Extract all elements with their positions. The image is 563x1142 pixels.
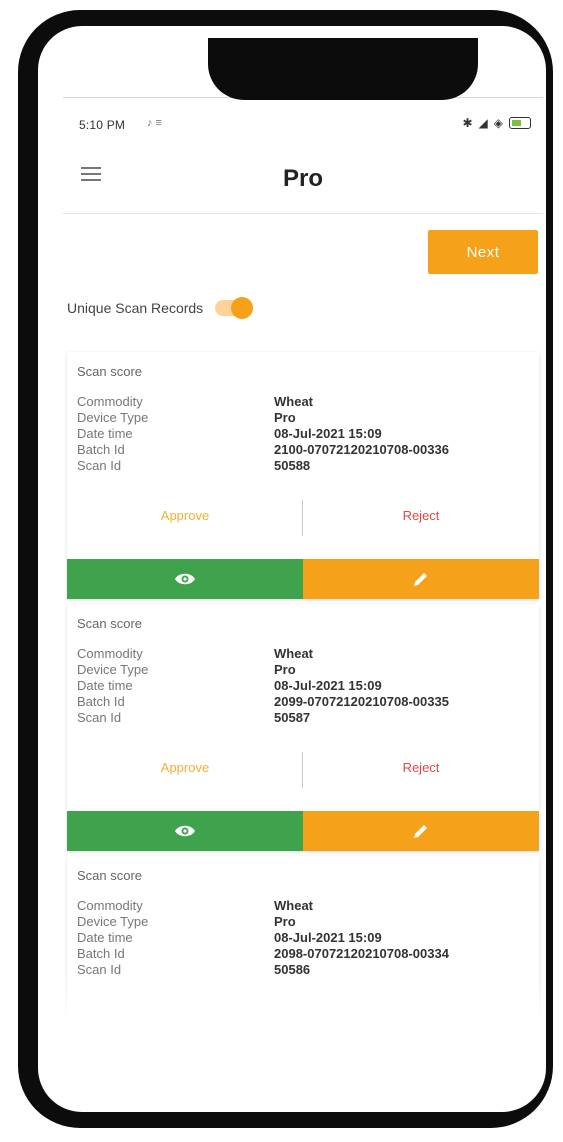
scan-score-label: Scan score [77,868,143,883]
commodity-value: Wheat [274,646,313,661]
status-bar: 5:10 PM ♪ ≡ ✱ ◢ ◈ [63,97,543,148]
wifi-icon: ◈ [493,116,503,130]
batch-id-label: Batch Id [77,442,125,457]
pencil-icon [414,573,427,586]
scan-record-card: Scan score Commodity Wheat Device Type P… [67,604,539,851]
reject-button[interactable]: Reject [303,760,539,775]
phone-notch [208,38,478,100]
action-bar [67,559,539,599]
device-type-label: Device Type [77,662,149,677]
device-type-value: Pro [274,914,296,929]
bluetooth-icon: ✱ [462,116,473,130]
date-time-value: 08-Jul-2021 15:09 [274,426,382,441]
scan-score-label: Scan score [77,616,143,631]
commodity-label: Commodity [77,394,143,409]
date-time-label: Date time [77,678,133,693]
unique-scan-records-toggle[interactable] [215,297,254,319]
eye-icon [175,825,195,837]
device-type-label: Device Type [77,914,149,929]
date-time-label: Date time [77,930,133,945]
toggle-knob [231,297,254,319]
scan-id-label: Scan Id [77,710,122,725]
device-type-label: Device Type [77,410,149,425]
eye-icon [175,573,195,585]
approve-button[interactable]: Approve [67,508,303,523]
date-time-label: Date time [77,426,133,441]
app-bar: Pro [63,147,543,214]
commodity-label: Commodity [77,646,143,661]
commodity-value: Wheat [274,898,313,913]
view-button[interactable] [67,811,303,851]
batch-id-value: 2100-07072120210708-00336 [274,442,449,457]
status-time: 5:10 PM [79,118,126,132]
scan-id-value: 50586 [274,962,311,977]
batch-id-value: 2099-07072120210708-00335 [274,694,449,709]
status-icons: ✱ ◢ ◈ [462,116,531,130]
commodity-label: Commodity [77,898,143,913]
device-type-value: Pro [274,410,296,425]
edit-button[interactable] [303,811,539,851]
reject-button[interactable]: Reject [303,508,539,523]
batch-id-label: Batch Id [77,694,125,709]
unique-scan-records-label: Unique Scan Records [67,300,204,316]
scan-id-label: Scan Id [77,458,122,473]
page-title: Pro [282,165,323,192]
edit-button[interactable] [303,559,539,599]
batch-id-label: Batch Id [77,946,125,961]
scan-id-label: Scan Id [77,962,122,977]
scroll-fade [63,982,543,1017]
device-type-value: Pro [274,662,296,677]
scan-id-value: 50587 [274,710,311,725]
scan-record-card: Scan score Commodity Wheat Device Type P… [67,352,539,599]
date-time-value: 08-Jul-2021 15:09 [274,930,382,945]
unique-scan-records-row: Unique Scan Records [67,293,254,323]
date-time-value: 08-Jul-2021 15:09 [274,678,382,693]
signal-icon: ◢ [478,116,488,130]
scan-id-value: 50588 [274,458,311,473]
pencil-icon [414,825,427,838]
view-button[interactable] [67,559,303,599]
commodity-value: Wheat [274,394,313,409]
batch-id-value: 2098-07072120210708-00334 [274,946,449,961]
approve-button[interactable]: Approve [67,760,303,775]
notification-icons: ♪ ≡ [147,117,162,129]
app-screen: 5:10 PM ♪ ≡ ✱ ◢ ◈ Pro Next Unique Scan R… [63,97,543,1017]
scan-score-label: Scan score [77,364,143,379]
next-button[interactable]: Next [428,230,538,274]
battery-icon [509,117,531,129]
action-bar [67,811,539,851]
